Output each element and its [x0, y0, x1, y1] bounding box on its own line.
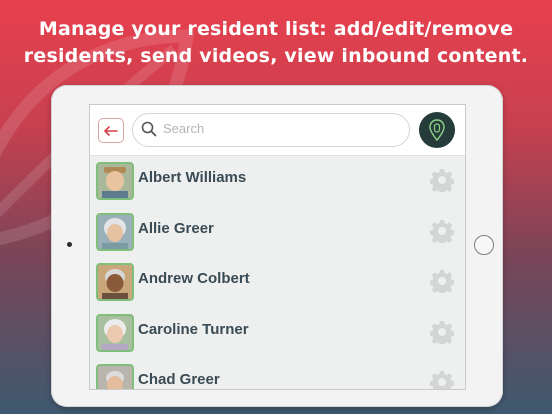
resident-name: Allie Greer: [138, 219, 214, 237]
resident-row[interactable]: Caroline Turner: [90, 308, 465, 359]
app-screen: Search Albert Williams Allie Greer Andre…: [89, 104, 466, 390]
camera-dot: [67, 242, 72, 247]
resident-name: Albert Williams: [138, 169, 247, 186]
resident-row[interactable]: Allie Greer: [90, 207, 465, 258]
home-button: [474, 235, 494, 255]
avatar: [96, 313, 134, 352]
resident-name: Chad Greer: [138, 371, 220, 388]
resident-name: Andrew Colbert: [138, 270, 250, 287]
resident-row[interactable]: Albert Williams: [90, 156, 465, 207]
gear-icon[interactable]: [430, 269, 454, 293]
top-bar: Search: [90, 105, 465, 156]
avatar: [96, 263, 134, 301]
promo-headline: Manage your resident list: add/edit/remo…: [0, 16, 552, 70]
pin-button[interactable]: [419, 112, 455, 148]
search-field[interactable]: Search: [132, 113, 410, 147]
gear-icon[interactable]: [430, 219, 454, 243]
gear-icon[interactable]: [430, 370, 454, 390]
gear-icon[interactable]: [430, 168, 454, 192]
avatar: [96, 212, 134, 251]
resident-row[interactable]: Andrew Colbert: [90, 257, 465, 308]
headline-line-1: Manage your resident list: add/edit/remo…: [38, 18, 514, 40]
pin-icon: [429, 119, 445, 141]
resident-name: Caroline Turner: [138, 320, 249, 338]
resident-list: Albert Williams Allie Greer Andrew Colbe…: [90, 156, 465, 390]
avatar: [96, 162, 134, 200]
gear-icon[interactable]: [430, 320, 454, 344]
avatar: [96, 364, 134, 389]
resident-row[interactable]: Chad Greer: [90, 358, 465, 390]
headline-line-2: residents, send videos, view inbound con…: [23, 45, 529, 67]
search-icon: [141, 121, 157, 137]
search-placeholder: Search: [163, 121, 205, 136]
back-arrow-icon: [104, 125, 118, 136]
back-button[interactable]: [98, 118, 124, 143]
